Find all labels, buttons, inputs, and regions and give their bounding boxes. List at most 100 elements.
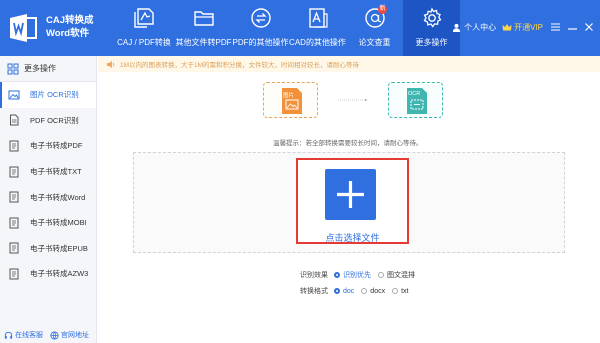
sidebar-item-label: 电子书转成Word bbox=[30, 192, 86, 202]
image-file-icon bbox=[282, 88, 302, 114]
flow-target-box: OCR bbox=[388, 82, 443, 118]
convert-document-icon bbox=[134, 8, 154, 28]
nav-other-to-pdf[interactable]: 其他文件转PDF bbox=[175, 0, 232, 56]
output-format-title: 转换格式 bbox=[300, 288, 328, 295]
conversion-flow: 图片 OCR bbox=[263, 82, 443, 118]
sidebar-item-ebook-txt[interactable]: 电子书转成TXT bbox=[0, 159, 96, 185]
nav-thesis-check[interactable]: 新 论文查重 bbox=[346, 0, 403, 56]
radio-label: doc bbox=[343, 287, 355, 295]
radio-label: 识别优先 bbox=[343, 272, 371, 279]
radio-dot bbox=[378, 272, 384, 278]
plus-icon bbox=[337, 181, 364, 208]
recognize-effect-row: 识别效果 识别优先 图文混排 bbox=[286, 269, 422, 281]
select-file-button[interactable]: 点击选择文件 bbox=[296, 158, 409, 244]
globe-icon bbox=[50, 330, 59, 340]
nav-label: PDF的其他操作 bbox=[232, 38, 289, 47]
radio-label: txt bbox=[401, 287, 409, 295]
select-file-label: 点击选择文件 bbox=[325, 233, 380, 243]
ebook-icon bbox=[9, 140, 19, 152]
sidebar-item-ebook-mobi[interactable]: 电子书转成MOBI bbox=[0, 210, 96, 236]
radio-format-txt[interactable]: txt bbox=[392, 288, 408, 295]
minimize-button[interactable] bbox=[567, 21, 577, 33]
vip-label: 开通VIP bbox=[514, 22, 543, 32]
sidebar-title: 更多操作 bbox=[24, 64, 56, 73]
ebook-icon bbox=[9, 191, 19, 203]
hint-text: 温馨提示：若全部转换需要较长时间，请耐心等待。 bbox=[273, 140, 423, 147]
ebook-icon bbox=[9, 217, 19, 229]
app-logo: CAJ转换成 Word软件 bbox=[6, 9, 110, 47]
sidebar-item-ebook-word[interactable]: 电子书转成Word bbox=[0, 184, 96, 210]
add-file-button[interactable] bbox=[325, 169, 376, 220]
recognize-effect-title: 识别效果 bbox=[300, 272, 328, 279]
output-format-row: 转换格式 doc docx txt bbox=[286, 285, 415, 297]
sidebar-item-ebook-epub[interactable]: 电子书转成EPUB bbox=[0, 236, 96, 262]
minimize-icon bbox=[567, 28, 577, 30]
grid-icon bbox=[7, 63, 19, 74]
nav-label: 更多操作 bbox=[415, 38, 448, 47]
logo-icon bbox=[10, 14, 37, 42]
open-vip-link[interactable]: 开通VIP bbox=[502, 22, 543, 33]
new-badge: 新 bbox=[378, 5, 387, 14]
app-title: CAJ转换成 Word软件 bbox=[46, 14, 94, 40]
notice-bar: 1M以内的图表转换，大于1M的需和积分换，文件较大，时间相对较长，请耐心等待 bbox=[98, 56, 600, 72]
online-service-link[interactable]: 在线客服 bbox=[4, 330, 43, 340]
user-icon bbox=[452, 23, 461, 32]
nav-label: 其他文件转PDF bbox=[175, 38, 232, 47]
sidebar-item-label: 图片 OCR识别 bbox=[30, 90, 79, 100]
radio-dot-selected bbox=[334, 272, 340, 278]
user-center-link[interactable]: 个人中心 bbox=[452, 22, 496, 33]
sidebar-item-label: 电子书转成AZW3 bbox=[30, 269, 89, 279]
arrow-right-icon bbox=[338, 99, 368, 101]
sidebar-item-label: 电子书转成PDF bbox=[30, 141, 83, 151]
radio-dot bbox=[392, 288, 399, 294]
close-button[interactable] bbox=[584, 21, 594, 33]
radio-dot bbox=[361, 288, 368, 294]
flow-target-label: OCR bbox=[408, 91, 421, 97]
radio-label: docx bbox=[370, 287, 386, 295]
nav-caj-pdf-convert[interactable]: CAJ / PDF转换 bbox=[113, 0, 175, 56]
flow-source-label: 图片 bbox=[283, 93, 295, 99]
nav-label: CAD的其他操作 bbox=[289, 38, 346, 47]
nav-label: 论文查重 bbox=[358, 38, 391, 47]
sidebar-item-pdf-ocr[interactable]: PDF OCR识别 bbox=[0, 108, 96, 134]
sidebar-footer: 在线客服 官网地址 bbox=[0, 327, 96, 343]
sidebar-item-ebook-pdf[interactable]: 电子书转成PDF bbox=[0, 133, 96, 159]
app-title-line2: Word软件 bbox=[46, 28, 90, 39]
ebook-icon bbox=[9, 268, 19, 280]
ocr-file-icon bbox=[407, 88, 427, 114]
cad-document-icon bbox=[308, 8, 328, 28]
crown-icon bbox=[502, 23, 512, 30]
menu-button[interactable] bbox=[550, 21, 560, 33]
notice-text: 1M以内的图表转换，大于1M的需和积分换，文件较大，时间相对较长，请耐心等待 bbox=[120, 62, 360, 69]
radio-dot-selected bbox=[334, 288, 340, 294]
nav-cad-other[interactable]: CAD的其他操作 bbox=[289, 0, 346, 56]
online-service-label: 在线客服 bbox=[15, 332, 43, 339]
nav-pdf-other[interactable]: PDF的其他操作 bbox=[232, 0, 289, 56]
user-center-label: 个人中心 bbox=[464, 22, 497, 32]
swap-circle-icon bbox=[250, 8, 271, 28]
gear-icon bbox=[423, 7, 441, 28]
headset-icon bbox=[4, 331, 13, 339]
ebook-icon bbox=[9, 242, 19, 254]
radio-format-docx[interactable]: docx bbox=[361, 288, 385, 295]
main-nav: CAJ / PDF转换 其他文件转PDF PDF的其他操作 CAD的其他操作 新… bbox=[113, 0, 460, 56]
radio-mixed-layout[interactable]: 图文混排 bbox=[378, 270, 415, 280]
sidebar-item-label: 电子书转成EPUB bbox=[30, 243, 88, 253]
official-website-label: 官网地址 bbox=[61, 332, 89, 339]
app-header: CAJ转换成 Word软件 CAJ / PDF转换 其他文件转PDF PDF的其… bbox=[0, 0, 600, 56]
radio-label: 图文混排 bbox=[387, 272, 415, 279]
sidebar-item-label: 电子书转成TXT bbox=[30, 167, 82, 177]
folder-icon bbox=[193, 11, 214, 26]
sidebar-item-image-ocr[interactable]: 图片 OCR识别 bbox=[0, 82, 96, 108]
close-icon bbox=[585, 23, 593, 31]
radio-format-doc[interactable]: doc bbox=[334, 288, 354, 295]
sidebar-header: 更多操作 bbox=[0, 56, 96, 82]
menu-icon bbox=[550, 23, 560, 31]
sidebar-item-label: PDF OCR识别 bbox=[30, 115, 79, 125]
flow-source-box: 图片 bbox=[263, 82, 318, 118]
radio-recognition-first[interactable]: 识别优先 bbox=[334, 270, 371, 280]
document-icon bbox=[10, 114, 19, 126]
image-icon bbox=[8, 90, 20, 100]
sidebar-item-ebook-azw3[interactable]: 电子书转成AZW3 bbox=[0, 261, 96, 287]
official-website-link[interactable]: 官网地址 bbox=[50, 330, 89, 340]
